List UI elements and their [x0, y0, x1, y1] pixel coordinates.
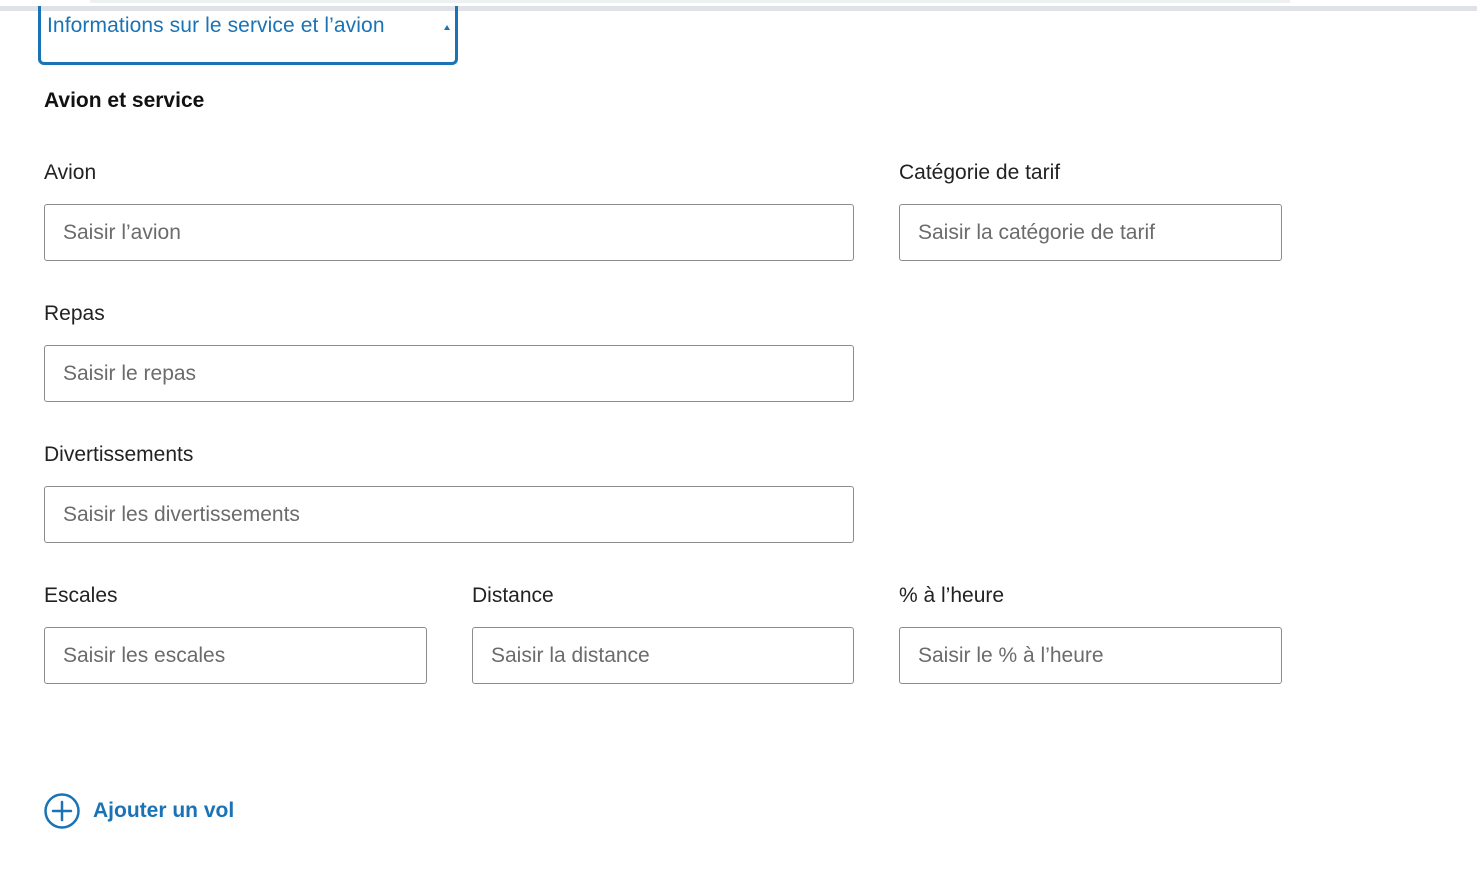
meal-input[interactable]: [44, 345, 854, 402]
section-heading: Avion et service: [44, 89, 205, 112]
distance-input[interactable]: [472, 627, 854, 684]
fare-category-label: Catégorie de tarif: [899, 161, 1061, 184]
add-flight-button[interactable]: Ajouter un vol: [44, 793, 234, 829]
section-toggle-label: Informations sur le service et l’avion: [47, 14, 385, 37]
caret-up-icon: [444, 25, 450, 30]
stops-label: Escales: [44, 584, 118, 607]
avion-input[interactable]: [44, 204, 854, 261]
on-time-label: % à l’heure: [899, 584, 1005, 607]
service-aircraft-section-toggle[interactable]: Informations sur le service et l’avion: [38, 6, 458, 65]
on-time-input[interactable]: [899, 627, 1282, 684]
fare-category-input[interactable]: [899, 204, 1282, 261]
plus-circle-icon: [44, 793, 80, 829]
add-flight-label: Ajouter un vol: [93, 799, 235, 822]
avion-label: Avion: [44, 161, 97, 184]
entertainment-label: Divertissements: [44, 443, 194, 466]
meal-label: Repas: [44, 302, 105, 325]
top-divider-light: [90, 0, 1290, 3]
stops-input[interactable]: [44, 627, 427, 684]
distance-label: Distance: [472, 584, 554, 607]
entertainment-input[interactable]: [44, 486, 854, 543]
page: Informations sur le service et l’avion A…: [0, 0, 1477, 871]
